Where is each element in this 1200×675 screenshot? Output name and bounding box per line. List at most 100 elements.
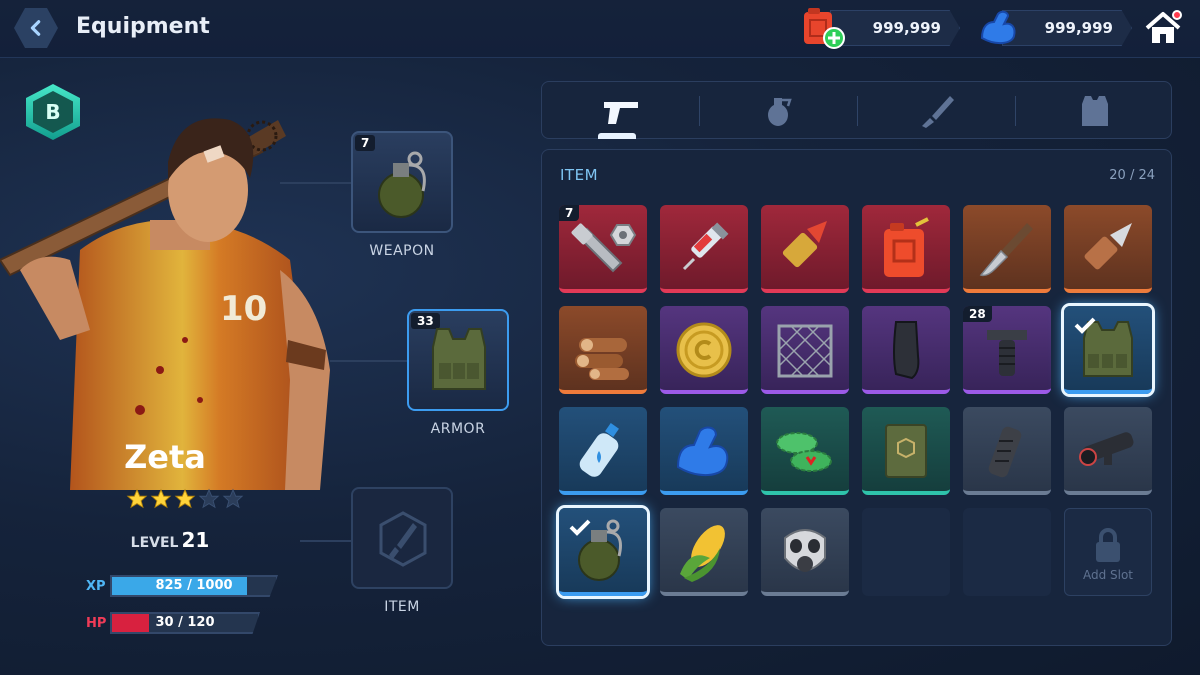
inventory-item[interactable] xyxy=(660,205,748,293)
coin-icon xyxy=(676,322,732,378)
inventory-item[interactable] xyxy=(1064,306,1152,394)
grenade-icon xyxy=(767,98,792,126)
star-empty-icon xyxy=(222,488,244,509)
armor-slot-label: ARMOR xyxy=(430,421,486,437)
knife-icon xyxy=(379,511,427,567)
knife-icon xyxy=(921,96,954,128)
pistol-icon xyxy=(603,102,638,124)
inventory-item[interactable] xyxy=(559,306,647,394)
inventory-item[interactable] xyxy=(559,508,647,596)
fuel-value: 999,999 xyxy=(830,10,960,46)
inventory-item[interactable] xyxy=(862,306,950,394)
xp-bar: 825 / 1000 xyxy=(110,575,278,597)
hp-text: 30 / 120 xyxy=(155,615,215,630)
vest-icon xyxy=(432,328,486,390)
category-tabs xyxy=(541,81,1172,139)
syringe-icon xyxy=(682,222,729,271)
inventory-item[interactable] xyxy=(1064,205,1152,293)
tab-armor[interactable] xyxy=(1016,82,1173,140)
level-value: 21 xyxy=(181,528,210,552)
hp-label: HP xyxy=(86,616,107,631)
item-slot-label: ITEM xyxy=(384,599,420,615)
inventory-title: ITEM xyxy=(560,166,599,184)
top-bar: Equipment 999,999 999,999 xyxy=(0,0,1200,58)
weapon-slot-label: WEAPON xyxy=(369,243,435,259)
empty-slot[interactable] xyxy=(963,508,1051,596)
fuel-can-icon xyxy=(884,217,929,277)
hero-portrait: 10 xyxy=(0,118,330,490)
item-count: 28 xyxy=(963,306,992,322)
bolt-nut-icon xyxy=(571,223,637,273)
level-label: LEVEL xyxy=(130,535,179,551)
inventory-item[interactable] xyxy=(862,407,950,495)
inventory-item[interactable] xyxy=(963,407,1051,495)
star-filled-icon xyxy=(174,488,196,509)
shell-icon xyxy=(1084,223,1132,270)
inventory-item[interactable] xyxy=(660,407,748,495)
hero-stars xyxy=(126,488,244,510)
magazine-icon xyxy=(893,321,920,380)
empty-slot[interactable] xyxy=(862,508,950,596)
lock-icon xyxy=(1096,528,1120,562)
hp-bar: 30 / 120 xyxy=(110,612,260,634)
inventory-item[interactable] xyxy=(862,205,950,293)
fence-icon xyxy=(777,324,833,378)
vest-icon xyxy=(1081,96,1108,126)
inventory-item[interactable] xyxy=(1064,407,1152,495)
xp-text: 825 / 1000 xyxy=(155,578,233,593)
item-count: 7 xyxy=(559,205,580,221)
hero-name: Zeta xyxy=(124,438,206,476)
star-empty-icon xyxy=(198,488,220,509)
inventory-item[interactable] xyxy=(761,205,849,293)
check-icon xyxy=(1074,317,1096,334)
suppressor-icon xyxy=(988,426,1022,478)
inventory-item[interactable] xyxy=(660,306,748,394)
water-bottle-icon xyxy=(579,423,619,477)
connector-line xyxy=(300,540,352,542)
corn-icon xyxy=(680,525,725,582)
weapon-slot[interactable]: 7 xyxy=(351,131,453,233)
star-filled-icon xyxy=(150,488,172,509)
inventory-item[interactable] xyxy=(761,508,849,596)
inventory-item[interactable] xyxy=(761,306,849,394)
inventory-item[interactable] xyxy=(559,407,647,495)
logs-icon xyxy=(575,338,629,380)
notification-dot xyxy=(1172,10,1182,20)
tab-melee[interactable] xyxy=(858,82,1015,140)
active-tab-indicator xyxy=(598,133,636,139)
bottle-caps-icon xyxy=(776,432,832,472)
xp-label: XP xyxy=(86,579,106,594)
connector-line xyxy=(280,182,352,184)
connector-line xyxy=(330,360,408,362)
combat-knife-icon xyxy=(979,223,1033,277)
scope-icon xyxy=(1079,432,1134,466)
item-slot[interactable] xyxy=(351,487,453,589)
hero-level: LEVEL 21 xyxy=(60,528,280,552)
inventory-count: 20 / 24 xyxy=(1109,168,1155,183)
star-filled-icon xyxy=(126,488,148,509)
add-slot-button[interactable]: Add Slot xyxy=(1064,508,1152,596)
grenade-icon xyxy=(378,151,426,218)
book-icon xyxy=(885,424,927,478)
fuel-can-plus-icon xyxy=(804,8,845,49)
add-slot-label: Add Slot xyxy=(1082,568,1134,582)
tab-throwables[interactable] xyxy=(700,82,857,140)
armor-slot[interactable]: 33 xyxy=(407,309,509,411)
grip-icon xyxy=(987,330,1027,376)
inventory-item[interactable] xyxy=(963,205,1051,293)
back-button[interactable] xyxy=(14,8,58,48)
inventory-item[interactable]: 7 xyxy=(559,205,647,293)
gas-mask-icon xyxy=(784,529,826,572)
chevron-left-icon xyxy=(30,20,41,36)
home-button[interactable] xyxy=(1144,10,1182,46)
page-title: Equipment xyxy=(76,14,210,39)
check-icon xyxy=(569,519,591,536)
inventory-item[interactable] xyxy=(660,508,748,596)
tab-weapons[interactable] xyxy=(542,82,699,140)
inventory-item[interactable]: 28 xyxy=(963,306,1051,394)
muscle-arm-icon xyxy=(980,10,1016,44)
svg-text:10: 10 xyxy=(220,289,267,329)
bullet-icon xyxy=(782,221,827,268)
inventory-item[interactable] xyxy=(761,407,849,495)
muscle-arm-icon xyxy=(676,426,729,476)
